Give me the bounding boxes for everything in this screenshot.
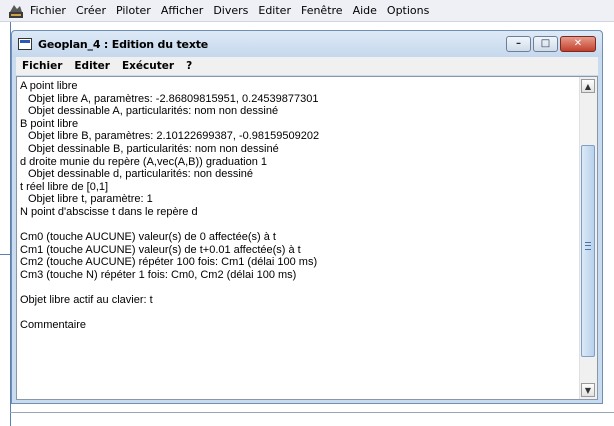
menu-fenetre[interactable]: Fenêtre bbox=[301, 4, 343, 17]
text-editor[interactable]: A point libre Objet libre A, paramètres: … bbox=[16, 76, 598, 400]
menu-aide[interactable]: Aide bbox=[353, 4, 377, 17]
text-line: Objet libre actif au clavier: t bbox=[20, 294, 153, 307]
maximize-button[interactable]: □ bbox=[533, 36, 558, 52]
scroll-up-button[interactable]: ▲ bbox=[581, 79, 595, 93]
close-button[interactable]: ✕ bbox=[560, 36, 596, 52]
workspace-side-tick bbox=[0, 254, 11, 255]
menu-editer[interactable]: Editer bbox=[258, 4, 291, 17]
window-menu-bar: Fichier Editer Exécuter ? bbox=[16, 57, 598, 75]
window-menu-help[interactable]: ? bbox=[186, 60, 192, 72]
grip-icon bbox=[585, 242, 591, 250]
text-line: Objet libre B, paramètres: 2.10122699387… bbox=[28, 130, 320, 143]
text-line: Cm2 (touche AUCUNE) répéter 100 fois: Cm… bbox=[20, 256, 318, 269]
window-menu-executer[interactable]: Exécuter bbox=[122, 60, 174, 72]
text-lines: A point libre Objet libre A, paramètres: … bbox=[20, 80, 580, 332]
text-line: Cm0 (touche AUCUNE) valeur(s) de 0 affec… bbox=[20, 231, 276, 244]
text-line: Cm3 (touche N) répéter 1 fois: Cm0, Cm2 … bbox=[20, 268, 297, 281]
geoplan-app-icon[interactable] bbox=[8, 3, 24, 19]
text-line: Objet dessinable A, particularités: nom … bbox=[28, 105, 279, 118]
text-line: B point libre bbox=[20, 117, 79, 130]
scroll-thumb[interactable] bbox=[581, 145, 595, 357]
workspace-bottom-border bbox=[10, 412, 614, 413]
window-controls: – □ ✕ bbox=[506, 36, 596, 52]
text-line: Objet dessinable d, particularités: non … bbox=[28, 168, 254, 181]
window-title-bar[interactable]: Geoplan_4 : Edition du texte – □ ✕ bbox=[12, 31, 602, 57]
text-line: Commentaire bbox=[20, 319, 87, 332]
chevron-down-icon: ▼ bbox=[584, 385, 592, 395]
text-line: d droite munie du repère (A,vec(A,B)) gr… bbox=[20, 155, 268, 168]
text-line: N point d'abscisse t dans le repère d bbox=[20, 205, 198, 218]
menu-piloter[interactable]: Piloter bbox=[116, 4, 151, 17]
minimize-button[interactable]: – bbox=[506, 36, 531, 52]
window-title: Geoplan_4 : Edition du texte bbox=[38, 37, 209, 51]
vertical-scrollbar[interactable]: ▲ ▼ bbox=[579, 77, 597, 399]
menu-fichier[interactable]: Fichier bbox=[30, 4, 66, 17]
app-menu-bar: Fichier Créer Piloter Afficher Divers Ed… bbox=[0, 0, 614, 22]
text-line: Objet libre A, paramètres: -2.8680981595… bbox=[28, 92, 319, 105]
text-line bbox=[20, 219, 580, 232]
menu-divers[interactable]: Divers bbox=[213, 4, 248, 17]
menu-options[interactable]: Options bbox=[387, 4, 429, 17]
window-menu-editer[interactable]: Editer bbox=[74, 60, 110, 72]
scroll-down-button[interactable]: ▼ bbox=[581, 383, 595, 397]
text-line: Objet dessinable B, particularités: nom … bbox=[28, 142, 279, 155]
menu-afficher[interactable]: Afficher bbox=[161, 4, 203, 17]
chevron-up-icon: ▲ bbox=[584, 81, 592, 91]
text-line: t réel libre de [0,1] bbox=[20, 180, 109, 193]
text-edit-window: Geoplan_4 : Edition du texte – □ ✕ Fichi… bbox=[11, 30, 603, 404]
text-line bbox=[20, 282, 580, 295]
text-line bbox=[20, 307, 580, 320]
window-icon[interactable] bbox=[18, 38, 32, 50]
text-line: A point libre bbox=[20, 80, 78, 92]
text-line: Objet libre t, paramètre: 1 bbox=[28, 193, 153, 206]
window-menu-fichier[interactable]: Fichier bbox=[22, 60, 62, 72]
text-line: Cm1 (touche AUCUNE) valeur(s) de t+0.01 … bbox=[20, 243, 301, 256]
menu-creer[interactable]: Créer bbox=[76, 4, 106, 17]
